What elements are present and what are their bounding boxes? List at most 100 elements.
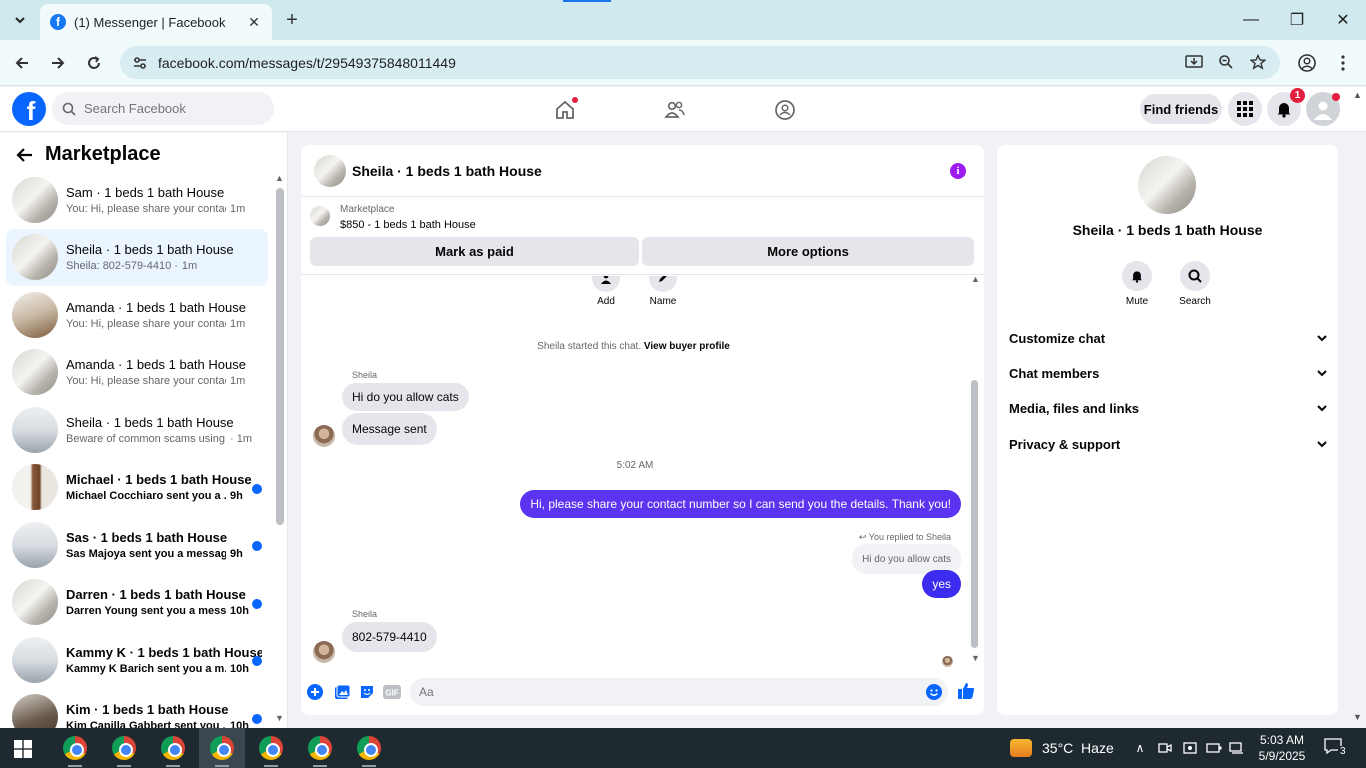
new-tab-button[interactable]: + [280, 8, 304, 32]
close-tab-icon[interactable]: ✕ [246, 14, 262, 31]
battery-icon[interactable] [1204, 728, 1224, 768]
bookmark-star-icon[interactable] [1248, 52, 1268, 72]
taskbar-chrome-3[interactable] [150, 728, 196, 768]
mute-button[interactable]: Mute [1109, 261, 1165, 307]
search-in-chat-button[interactable]: Search [1167, 261, 1223, 307]
conversation-item[interactable]: Michael · 1 beds 1 bath House Michael Coc… [6, 459, 268, 517]
account-avatar[interactable] [1306, 92, 1340, 126]
incoming-message[interactable]: Hi do you allow cats [342, 383, 469, 411]
outgoing-message[interactable]: Hi, please share your contact number so … [520, 490, 961, 518]
taskbar-chrome-4[interactable] [199, 728, 245, 768]
tray-overflow-icon[interactable]: ∧ [1130, 728, 1150, 768]
menu-button[interactable] [1228, 92, 1262, 126]
more-options-button[interactable]: More options [642, 237, 974, 266]
zoom-icon[interactable] [1216, 52, 1236, 72]
profile-avatar[interactable] [1138, 156, 1196, 214]
customize-chat-row[interactable]: Customize chat [1009, 325, 1327, 351]
facebook-logo[interactable]: f [12, 92, 46, 126]
facebook-search[interactable] [52, 92, 274, 125]
conversation-item[interactable]: Amanda · 1 beds 1 bath House You: Hi, ple… [6, 286, 268, 344]
chat-scroll-up[interactable]: ▲ [971, 276, 980, 284]
tab-search-dropdown[interactable] [6, 6, 34, 34]
chat-members-row[interactable]: Chat members [1009, 360, 1327, 386]
restore-button[interactable]: ❐ [1274, 0, 1320, 40]
sender-avatar[interactable] [313, 425, 335, 447]
close-window-button[interactable]: ✕ [1320, 0, 1366, 40]
incoming-message[interactable]: 802-579-4410 [342, 622, 437, 652]
chat-avatar[interactable] [314, 154, 346, 187]
taskbar-chrome-7[interactable] [346, 728, 392, 768]
conversation-scrollbar[interactable] [276, 188, 284, 525]
mark-as-paid-button[interactable]: Mark as paid [310, 237, 639, 266]
find-friends-button[interactable]: Find friends [1140, 94, 1222, 124]
minimize-button[interactable]: — [1228, 0, 1274, 40]
conversation-info-button[interactable]: i [950, 163, 966, 179]
listing-title[interactable]: $850 - 1 beds 1 bath House [340, 219, 476, 231]
nav-groups[interactable] [770, 95, 800, 125]
sticker-icon[interactable] [358, 683, 376, 701]
nav-friends[interactable] [660, 95, 690, 125]
profile-button[interactable] [1292, 48, 1322, 78]
taskbar-chrome-5[interactable] [248, 728, 294, 768]
facebook-search-input[interactable] [84, 101, 264, 116]
conversation-item[interactable]: Amanda · 1 beds 1 bath House You: Hi, ple… [6, 344, 268, 402]
outgoing-message[interactable]: yes [922, 570, 961, 598]
taskbar-chrome-6[interactable] [297, 728, 343, 768]
message-input-box[interactable] [410, 678, 948, 706]
conversation-item[interactable]: Sas · 1 beds 1 bath House Sas Majoya sent… [6, 516, 268, 574]
more-actions-icon[interactable] [306, 683, 324, 701]
network-icon[interactable] [1227, 728, 1247, 768]
attach-photo-icon[interactable] [333, 683, 351, 701]
taskbar-clock[interactable]: 5:03 AM 5/9/2025 [1250, 732, 1314, 764]
incoming-message[interactable]: Message sent [342, 413, 437, 445]
listing-thumbnail[interactable] [310, 206, 330, 226]
conversation-item[interactable]: Kim · 1 beds 1 bath House Kim Capilla Gab… [6, 689, 268, 728]
conversation-item[interactable]: Sam · 1 beds 1 bath House You: Hi, please… [6, 171, 268, 229]
nav-home[interactable] [550, 95, 580, 125]
marketplace-listing-bar: Marketplace $850 - 1 beds 1 bath House M… [301, 198, 984, 275]
emoji-icon[interactable] [925, 683, 943, 701]
weather-widget[interactable]: 35°C Haze [1010, 728, 1114, 768]
view-buyer-profile-link[interactable]: View buyer profile [644, 341, 730, 352]
reload-button[interactable] [79, 48, 109, 78]
taskbar-chrome-1[interactable] [52, 728, 98, 768]
screen-capture-icon[interactable] [1180, 728, 1200, 768]
back-arrow-icon[interactable] [14, 144, 36, 166]
chrome-icon [112, 736, 136, 760]
privacy-support-row[interactable]: Privacy & support [1009, 431, 1327, 457]
windows-start-icon[interactable] [14, 740, 32, 758]
account-notification-dot [1332, 93, 1340, 101]
panel-title: Marketplace [45, 143, 161, 165]
site-settings-icon[interactable] [132, 55, 148, 71]
conversation-item[interactable]: Kammy K · 1 beds 1 bath House Kammy K Bar… [6, 631, 268, 689]
forward-button[interactable] [43, 48, 73, 78]
browser-tab[interactable]: f (1) Messenger | Facebook ✕ [40, 4, 272, 40]
scroll-down-arrow[interactable]: ▼ [275, 713, 284, 723]
scroll-up-arrow[interactable]: ▲ [275, 173, 284, 183]
conversation-item[interactable]: Sheila · 1 beds 1 bath House Sheila: 802-… [6, 228, 268, 286]
add-action[interactable]: Add [592, 276, 620, 307]
page-scroll-up[interactable]: ▲ [1353, 90, 1362, 100]
notifications-button[interactable]: 1 [1267, 88, 1305, 126]
name-action[interactable]: Name [649, 276, 677, 307]
install-app-icon[interactable] [1184, 52, 1204, 72]
sender-avatar[interactable] [313, 641, 335, 663]
thumbs-up-icon[interactable] [957, 682, 975, 700]
meet-now-icon[interactable] [1155, 728, 1175, 768]
chat-title[interactable]: Sheila · 1 beds 1 bath House [352, 163, 542, 179]
avatar-icon [1314, 101, 1332, 120]
taskbar-chrome-2[interactable] [101, 728, 147, 768]
message-input[interactable] [419, 685, 899, 699]
back-button[interactable] [7, 48, 37, 78]
chat-scroll-down[interactable]: ▼ [971, 653, 980, 663]
browser-menu-button[interactable] [1328, 48, 1358, 78]
gif-icon[interactable]: GIF [383, 683, 401, 701]
reply-label: You replied to Sheila [868, 532, 951, 542]
conversation-item[interactable]: Darren · 1 beds 1 bath House Darren Young… [6, 574, 268, 632]
page-scroll-down[interactable]: ▼ [1353, 712, 1362, 722]
conversation-item[interactable]: Sheila · 1 beds 1 bath House Beware of co… [6, 401, 268, 459]
notification-center[interactable]: 3 [1324, 738, 1354, 758]
address-bar[interactable]: facebook.com/messages/t/2954937584801144… [120, 46, 1280, 79]
chat-scrollbar[interactable] [971, 380, 978, 648]
media-files-links-row[interactable]: Media, files and links [1009, 395, 1327, 421]
